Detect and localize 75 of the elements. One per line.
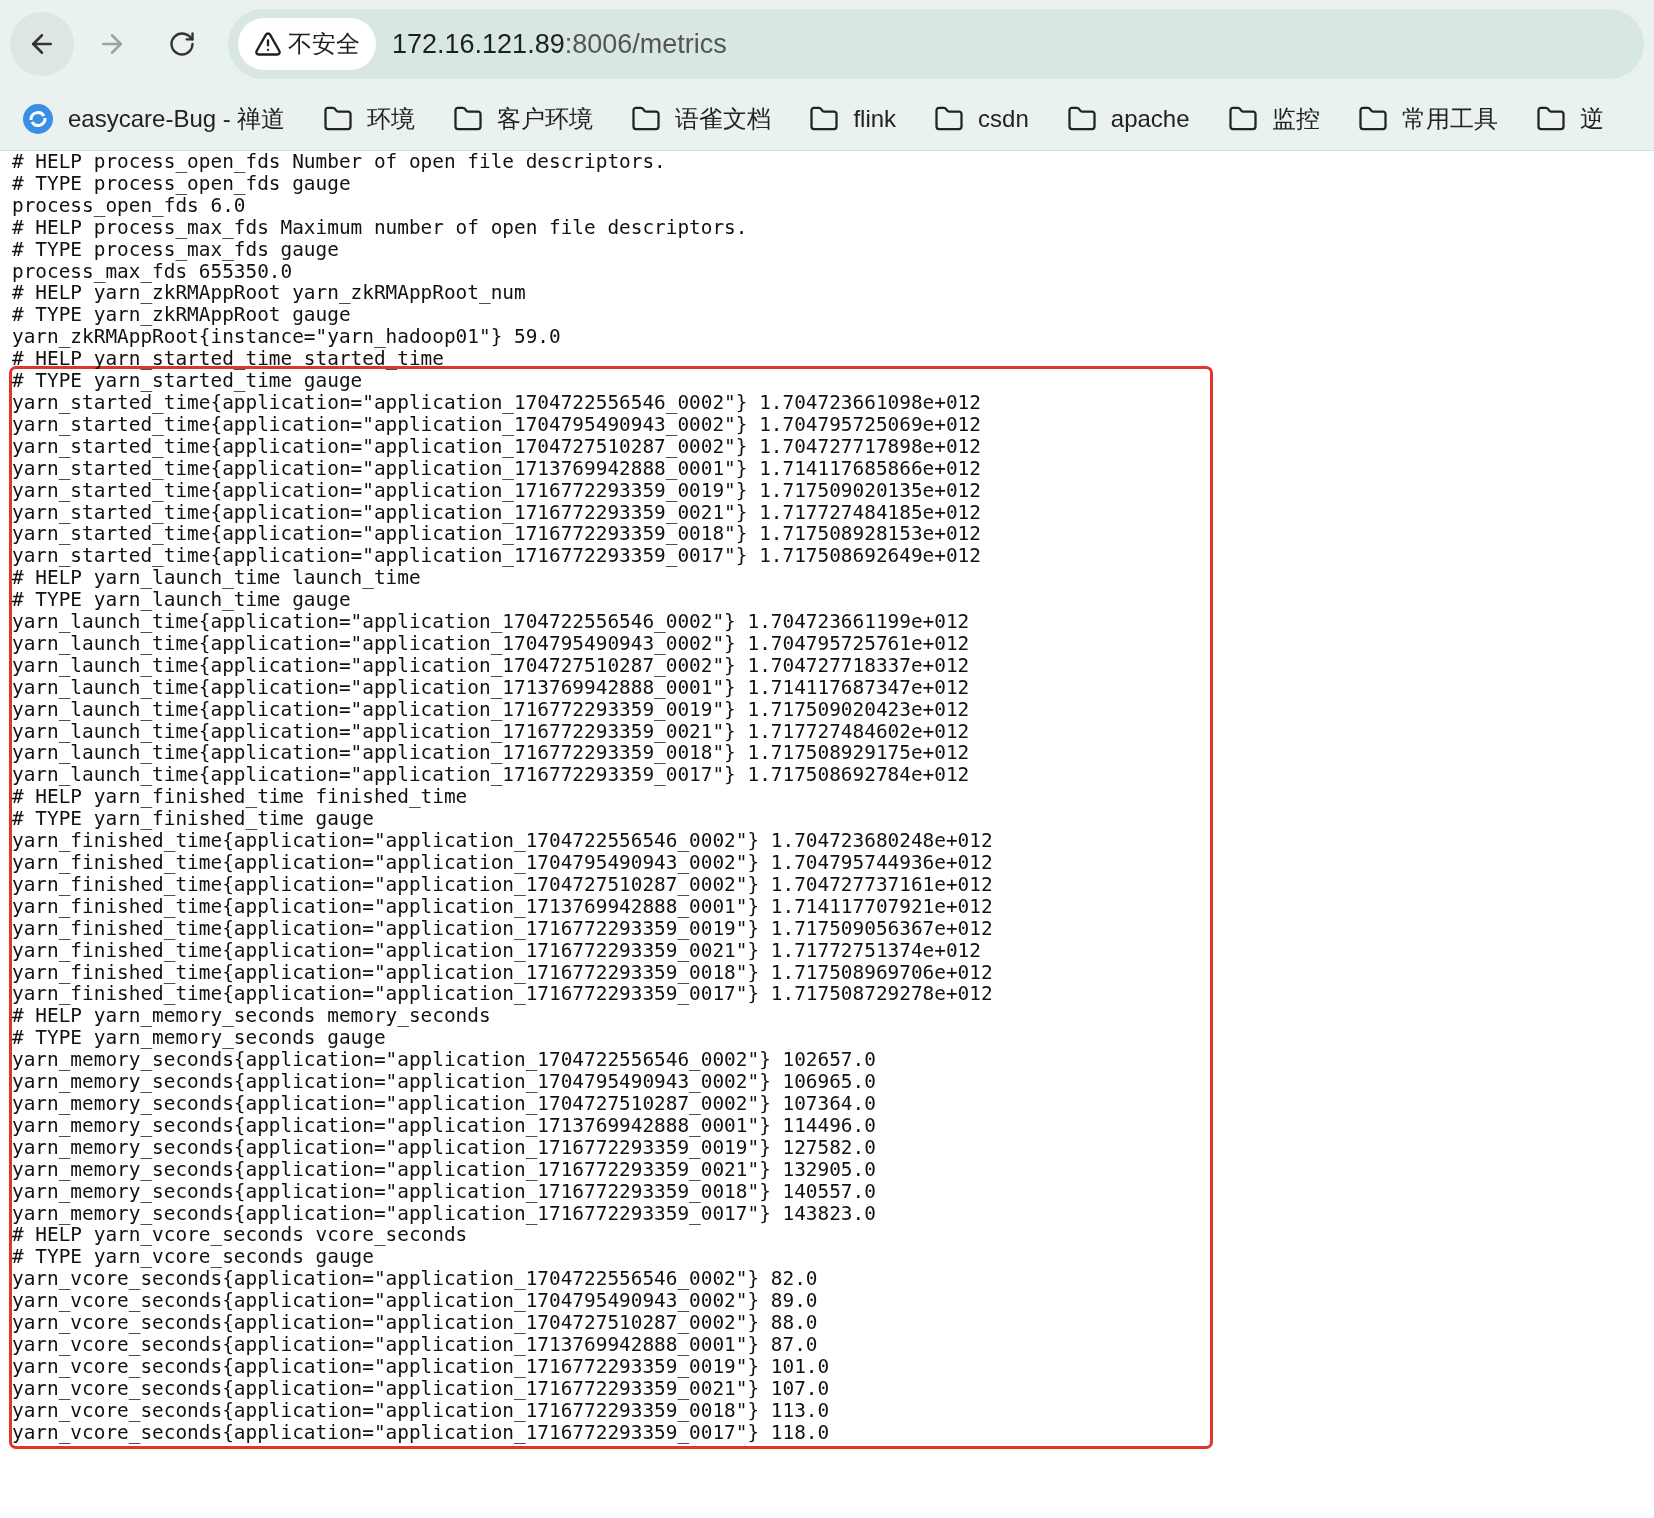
code-line: yarn_launch_time{application="application_1704727510287_0002"} 1.704727718337e+012	[12, 654, 971, 677]
code-line: yarn_launch_time{application="application_1716772293359_0021"} 1.717727484602e+012	[12, 720, 971, 743]
bookmark[interactable]: csdn	[934, 104, 1029, 134]
code-line: yarn_started_time{application="application_1716772293359_0019"} 1.717509020135e+012	[12, 479, 982, 502]
bookmark[interactable]: 逆	[1535, 103, 1604, 135]
code-line: yarn_zkRMAppRoot{instance="yarn_hadoop01"} 59.0	[12, 326, 562, 349]
code-line: # HELP yarn_zkRMAppRoot yarn_zkRMAppRoot_num	[12, 282, 527, 305]
code-line: yarn_finished_time{application="application_1713769942888_0001"} 1.714117707921e+012	[12, 895, 994, 918]
code-line: # TYPE yarn_vcore_seconds gauge	[12, 1246, 374, 1269]
code-line: # HELP yarn_vcore_seconds vcore_seconds	[12, 1224, 468, 1247]
warning-icon	[254, 30, 282, 58]
code-line: # TYPE yarn_finished_time gauge	[12, 808, 374, 831]
code-line: yarn_finished_time{application="application_1704722556546_0002"} 1.704723680248e+012	[12, 830, 994, 852]
bookmark[interactable]: flink	[809, 104, 897, 134]
code-line: # TYPE yarn_memory_seconds gauge	[12, 1027, 386, 1050]
code-line: yarn_started_time{application="application_1716772293359_0018"} 1.717508928153e+012	[12, 523, 982, 546]
address-bar[interactable]: 不安全 172.16.121.89:8006/metrics	[228, 9, 1644, 79]
code-line: yarn_started_time{application="application_1713769942888_0001"} 1.714117685866e+012	[12, 457, 982, 480]
bookmark[interactable]: easycare-Bug - 禅道	[22, 103, 286, 135]
code-line: yarn_vcore_seconds{application="application_1704722556546_0002"} 82.0	[12, 1268, 819, 1291]
code-line: yarn_vcore_seconds{application="application_1716772293359_0017"} 118.0	[12, 1421, 831, 1444]
code-line: # HELP yarn_finished_time finished_time	[12, 786, 468, 809]
code-line: # HELP yarn_memory_seconds memory_seconds	[12, 1005, 491, 1028]
code-line: yarn_started_time{application="application_1704722556546_0002"} 1.704723661098e+012	[12, 391, 982, 414]
code-line: yarn_started_time{application="application_1704727510287_0002"} 1.704727717898e+012	[12, 435, 982, 458]
site-logo-icon	[22, 103, 54, 135]
code-line: yarn_memory_seconds{application="application_1704727510287_0002"} 107364.0	[12, 1092, 877, 1115]
code-line: yarn_memory_seconds{application="application_1704795490943_0002"} 106965.0	[12, 1071, 877, 1093]
bookmark[interactable]: 环境	[323, 103, 416, 135]
code-line: process_open_fds 6.0	[12, 194, 246, 217]
code-line: yarn_memory_seconds{application="application_1716772293359_0019"} 127582.0	[12, 1136, 877, 1159]
code-line: # HELP process_max_fds Maximum number of open file descriptors.	[12, 216, 749, 239]
code-line: yarn_finished_time{application="application_1704795490943_0002"} 1.704795744936e+012	[12, 852, 994, 874]
bookmark[interactable]: 语雀文档	[631, 103, 772, 135]
bookmark[interactable]: 常用工具	[1357, 103, 1498, 135]
code-line: # TYPE yarn_started_time gauge	[12, 370, 363, 392]
code-line: yarn_memory_seconds{application="application_1716772293359_0017"} 143823.0	[12, 1202, 877, 1225]
code-line: # TYPE yarn_launch_time gauge	[12, 589, 351, 612]
code-line: yarn_finished_time{application="application_1716772293359_0019"} 1.717509056367e+012	[12, 917, 994, 940]
code-line: yarn_memory_seconds{application="application_1716772293359_0018"} 140557.0	[12, 1180, 877, 1203]
code-line: process_max_fds 655350.0	[12, 260, 293, 283]
code-line: yarn_launch_time{application="application_1704722556546_0002"} 1.704723661199e+012	[12, 611, 971, 633]
code-line: yarn_vcore_seconds{application="application_1716772293359_0021"} 107.0	[12, 1377, 831, 1400]
code-line: yarn_vcore_seconds{application="application_1716772293359_0019"} 101.0	[12, 1355, 831, 1378]
url-text: 172.16.121.89:8006/metrics	[392, 28, 727, 60]
bookmark[interactable]: 监控	[1227, 103, 1320, 135]
security-chip[interactable]: 不安全	[238, 18, 376, 70]
code-line: yarn_finished_time{application="application_1716772293359_0021"} 1.71772751374e+012	[12, 939, 982, 962]
code-line: yarn_vcore_seconds{application="application_1704795490943_0002"} 89.0	[12, 1290, 819, 1313]
code-line: yarn_launch_time{application="application_1716772293359_0017"} 1.717508692784e+012	[12, 764, 971, 787]
code-line: yarn_finished_time{application="application_1716772293359_0017"} 1.717508729278e+012	[12, 983, 994, 1006]
bookmark[interactable]: 客户环境	[453, 103, 594, 135]
code-line: yarn_memory_seconds{application="application_1713769942888_0001"} 114496.0	[12, 1114, 877, 1137]
code-line: yarn_vcore_seconds{application="application_1704727510287_0002"} 88.0	[12, 1312, 819, 1334]
code-line: # TYPE process_open_fds gauge	[12, 172, 352, 195]
bookmark[interactable]: apache	[1066, 104, 1190, 134]
code-line: yarn_finished_time{application="application_1716772293359_0018"} 1.717508969706e+012	[12, 961, 994, 984]
code-line: # TYPE process_max_fds gauge	[12, 238, 340, 261]
code-line: yarn_finished_time{application="application_1704727510287_0002"} 1.704727737161e+012	[12, 873, 994, 896]
code-line: yarn_launch_time{application="application_1716772293359_0019"} 1.717509020423e+012	[12, 698, 971, 721]
code-line: yarn_started_time{application="application_1716772293359_0021"} 1.717727484185e+012	[12, 501, 982, 524]
code-line: yarn_vcore_seconds{application="application_1716772293359_0018"} 113.0	[12, 1399, 831, 1422]
code-line: # HELP yarn_started_time started_time	[12, 348, 444, 371]
code-line: yarn_started_time{application="application_1704795490943_0002"} 1.704795725069e+012	[12, 413, 982, 436]
reload-icon	[168, 30, 196, 58]
code-line: yarn_launch_time{application="application_1713769942888_0001"} 1.714117687347e+012	[12, 676, 971, 699]
code-line: # HELP yarn_launch_time launch_time	[12, 567, 421, 590]
code-line: yarn_memory_seconds{application="application_1704722556546_0002"} 102657.0	[12, 1049, 877, 1072]
code-line: yarn_started_time{application="application_1716772293359_0017"} 1.717508692649e+012	[12, 545, 982, 568]
code-line: yarn_vcore_seconds{application="application_1713769942888_0001"} 87.0	[12, 1333, 819, 1356]
code-line: yarn_launch_time{application="application_1704795490943_0002"} 1.704795725761e+012	[12, 632, 971, 655]
code-line: # TYPE yarn_zkRMAppRoot gauge	[12, 304, 351, 327]
code-line: yarn_launch_time{application="application_1716772293359_0018"} 1.717508929175e+012	[12, 742, 971, 765]
code-line: yarn_memory_seconds{application="application_1716772293359_0021"} 132905.0	[12, 1158, 877, 1181]
code-line: # HELP process_open_fds Number of open file descriptors.	[12, 151, 667, 173]
